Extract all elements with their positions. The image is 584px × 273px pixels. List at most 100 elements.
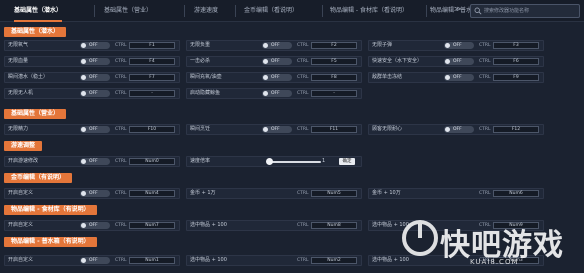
toggle-knob (81, 43, 86, 48)
toggle-switch[interactable]: OFF (262, 58, 292, 65)
option-row: 无限精力 OFF CTRL F10 (4, 124, 180, 135)
toggle-state: OFF (271, 91, 280, 96)
search-input[interactable] (484, 6, 578, 16)
toggle-state: OFF (271, 75, 280, 80)
hotkey-field[interactable]: Num6 (493, 190, 539, 197)
toggle-knob (445, 75, 450, 80)
toggle-switch[interactable]: OFF (80, 222, 110, 229)
tab-separator (426, 5, 427, 17)
toggle-knob (81, 127, 86, 132)
option-label: 金币 + 1万 (190, 190, 216, 196)
section-gold-edit: 金币编辑（有说明） (4, 173, 73, 183)
tab-dive-attributes[interactable]: 基础属性（潜水） (14, 6, 63, 22)
option-label: 开启游速修改 (8, 158, 39, 164)
toggle-switch[interactable]: OFF (262, 74, 292, 81)
hotkey-field[interactable]: Num8 (311, 222, 357, 229)
option-row: 选中物品 + 100 CTRL Num2 (186, 255, 362, 266)
option-label: 无限精力 (8, 126, 29, 132)
toggle-switch[interactable]: OFF (444, 126, 474, 133)
option-label: 瞬间潜水（稳土） (8, 74, 49, 80)
option-row: 一击必杀 OFF CTRL F5 (186, 56, 362, 67)
option-row: 瞬间充氧/油壶 OFF CTRL F8 (186, 72, 362, 83)
hotkey-field[interactable]: Num0 (129, 158, 175, 165)
toggle-switch[interactable]: OFF (444, 42, 474, 49)
toggle-knob (263, 75, 268, 80)
toggle-switch[interactable]: OFF (80, 74, 110, 81)
watermark-logo-icon (402, 220, 438, 256)
toggle-switch[interactable]: OFF (262, 90, 292, 97)
option-label: 无限血量 (8, 58, 29, 64)
option-row: 金币 + 1万 CTRL Num5 (186, 188, 362, 199)
hotkey-field[interactable]: F10 (129, 126, 175, 133)
hotkey-field[interactable]: Num7 (129, 222, 175, 229)
hotkey-field[interactable]: F9 (493, 74, 539, 81)
toggle-knob (445, 127, 450, 132)
tabs-more-icon[interactable]: ≫ (454, 5, 461, 13)
hotkey-field[interactable]: F3 (493, 42, 539, 49)
hotkey-field[interactable]: F11 (311, 126, 357, 133)
confirm-button[interactable]: 确定 (339, 158, 355, 165)
toggle-switch[interactable]: OFF (80, 58, 110, 65)
toggle-switch[interactable]: OFF (262, 42, 292, 49)
hotkey-field[interactable]: F7 (129, 74, 175, 81)
toggle-switch[interactable]: OFF (80, 126, 110, 133)
option-label: 一击必杀 (190, 58, 211, 64)
site-watermark: 快吧游戏 KUAI8.COM (400, 218, 582, 270)
toggle-state: OFF (89, 75, 98, 80)
toggle-knob (81, 191, 86, 196)
speed-slider-handle[interactable] (266, 158, 273, 165)
section-business-attributes: 基础属性（营业） (4, 109, 67, 119)
toggle-knob (81, 258, 86, 263)
option-label: 开启自定义 (8, 222, 34, 228)
toggle-switch[interactable]: OFF (444, 74, 474, 81)
tab-business-attributes[interactable]: 基础属性（营业） (104, 6, 152, 16)
modifier-label: CTRL (115, 91, 127, 96)
hotkey-field[interactable]: Num1 (129, 257, 175, 264)
toggle-state: OFF (89, 223, 98, 228)
modifier-label: CTRL (479, 191, 491, 196)
hotkey-field[interactable]: - (311, 90, 357, 97)
toggle-switch[interactable]: OFF (262, 126, 292, 133)
search-box[interactable] (470, 4, 580, 18)
toggle-knob (263, 127, 268, 132)
option-label: 金币 + 10万 (372, 190, 401, 196)
option-label: 开启自定义 (8, 190, 34, 196)
modifier-label: CTRL (479, 127, 491, 132)
hotkey-field[interactable]: F12 (493, 126, 539, 133)
toggle-switch[interactable]: OFF (80, 42, 110, 49)
tab-swim-speed[interactable]: 游速速度 (194, 6, 218, 16)
section-dive-attributes: 基础属性（潜水） (4, 27, 67, 37)
toggle-switch[interactable]: OFF (80, 257, 110, 264)
hotkey-field[interactable]: Num4 (129, 190, 175, 197)
hotkey-field[interactable]: Num2 (311, 257, 357, 264)
modifier-label: CTRL (115, 159, 127, 164)
option-label: 顾客无限耐心 (372, 126, 403, 132)
hotkey-field[interactable]: F6 (493, 58, 539, 65)
tab-gold-edit[interactable]: 金币编辑（看说明） (244, 6, 298, 16)
hotkey-field[interactable]: F2 (311, 42, 357, 49)
speed-value: 1 (322, 158, 326, 164)
toggle-switch[interactable]: OFF (80, 90, 110, 97)
tab-separator (94, 5, 95, 17)
modifier-label: CTRL (297, 191, 309, 196)
tab-item-ingredients[interactable]: 物品编辑 - 食材库（看说明） (330, 6, 408, 16)
hotkey-field[interactable]: F4 (129, 58, 175, 65)
hotkey-field[interactable]: F5 (311, 58, 357, 65)
option-row: 瞬间烹饪 OFF CTRL F11 (186, 124, 362, 135)
hotkey-field[interactable]: F8 (311, 74, 357, 81)
toggle-switch[interactable]: OFF (444, 58, 474, 65)
toggle-switch[interactable]: OFF (80, 190, 110, 197)
option-label: 开启自定义 (8, 257, 34, 263)
toggle-state: OFF (89, 191, 98, 196)
hotkey-field[interactable]: F1 (129, 42, 175, 49)
speed-slider-track[interactable] (269, 161, 321, 163)
toggle-knob (81, 91, 86, 96)
toggle-switch[interactable]: OFF (80, 158, 110, 165)
option-label: 无限氧气 (8, 42, 29, 48)
option-label: 选中物品 + 100 (190, 257, 227, 263)
option-row: 无限血量 OFF CTRL F4 (4, 56, 180, 67)
hotkey-field[interactable]: Num5 (311, 190, 357, 197)
hotkey-field[interactable]: - (129, 90, 175, 97)
section-item-tank: 物品编辑 - 普水箱（有说明） (4, 237, 97, 247)
option-row: 瞬间潜水（稳土） OFF CTRL F7 (4, 72, 180, 83)
